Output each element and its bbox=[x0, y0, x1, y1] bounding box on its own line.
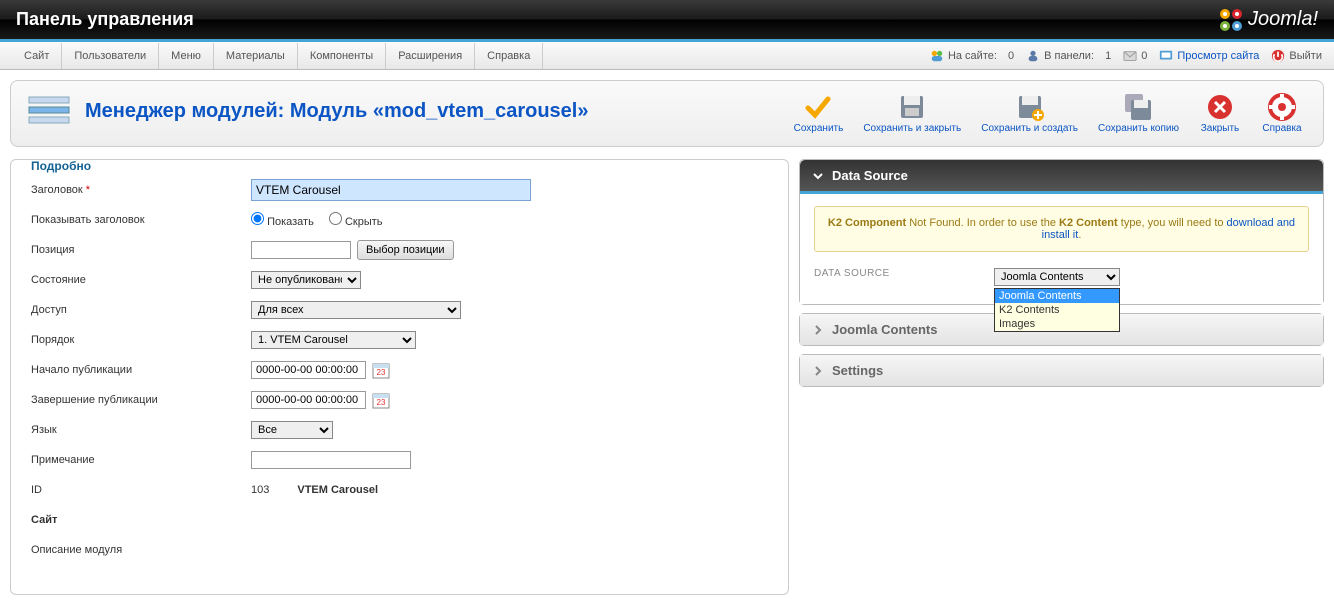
top-header: Панель управления Joomla! bbox=[0, 0, 1334, 42]
toolbar-area: Менеджер модулей: Модуль «mod_vtem_carou… bbox=[10, 80, 1324, 147]
menu-site[interactable]: Сайт bbox=[12, 43, 62, 69]
svg-text:23: 23 bbox=[377, 368, 386, 377]
select-lang[interactable]: Все bbox=[251, 421, 333, 439]
menu-help[interactable]: Справка bbox=[475, 43, 543, 69]
status-preview[interactable]: Просмотр сайта bbox=[1159, 49, 1259, 63]
details-legend: Подробно bbox=[27, 159, 95, 173]
details-panel: Подробно Заголовок Показывать заголовок … bbox=[10, 159, 789, 595]
datasource-dropdown: Joomla Contents K2 Contents Images bbox=[994, 288, 1120, 332]
panel-settings: Settings bbox=[799, 354, 1324, 387]
input-title[interactable] bbox=[251, 179, 531, 201]
status-logout[interactable]: Выйти bbox=[1271, 49, 1322, 63]
toolbar-save[interactable]: Сохранить bbox=[788, 91, 850, 136]
joomla-icon bbox=[1218, 7, 1244, 33]
page-title: Менеджер модулей: Модуль «mod_vtem_carou… bbox=[85, 100, 589, 123]
status-inpanel: В панели: 1 bbox=[1026, 49, 1111, 63]
menu-extensions[interactable]: Расширения bbox=[386, 43, 475, 69]
label-title: Заголовок bbox=[31, 184, 251, 196]
datasource-label: DATA SOURCE bbox=[814, 268, 994, 279]
select-ordering[interactable]: 1. VTEM Carousel bbox=[251, 331, 416, 349]
value-id: 103 bbox=[251, 484, 269, 496]
label-showtitle: Показывать заголовок bbox=[31, 214, 251, 226]
k2-notice: K2 Component Not Found. In order to use … bbox=[814, 206, 1309, 252]
cancel-icon bbox=[1206, 93, 1234, 121]
status-messages[interactable]: 0 bbox=[1123, 49, 1147, 63]
option-joomla-contents[interactable]: Joomla Contents bbox=[995, 289, 1119, 303]
label-position: Позиция bbox=[31, 244, 251, 256]
input-pubstart[interactable] bbox=[251, 361, 366, 379]
menu-content[interactable]: Материалы bbox=[214, 43, 298, 69]
menu-menu[interactable]: Меню bbox=[159, 43, 214, 69]
position-select-button[interactable]: Выбор позиции bbox=[357, 240, 454, 260]
panel-datasource-body: K2 Component Not Found. In order to use … bbox=[800, 194, 1323, 304]
help-icon bbox=[1268, 93, 1296, 121]
accordion: Data Source K2 Component Not Found. In o… bbox=[799, 159, 1324, 387]
menubar-right: На сайте: 0 В панели: 1 0 Просмотр сайта… bbox=[930, 49, 1322, 63]
admin-icon bbox=[1026, 49, 1040, 63]
module-icon bbox=[25, 91, 73, 131]
mail-icon bbox=[1123, 49, 1137, 63]
label-pubend: Завершение публикации bbox=[31, 394, 251, 406]
radio-show[interactable] bbox=[251, 212, 264, 225]
label-access: Доступ bbox=[31, 304, 251, 316]
datasource-row: DATA SOURCE Joomla Contents Joomla Conte… bbox=[814, 268, 1309, 286]
option-k2-contents[interactable]: K2 Contents bbox=[995, 303, 1119, 317]
label-site: Сайт bbox=[31, 514, 251, 526]
select-datasource[interactable]: Joomla Contents bbox=[994, 268, 1120, 286]
toolbar-buttons: Сохранить Сохранить и закрыть Сохранить … bbox=[788, 91, 1309, 136]
select-access[interactable]: Для всех bbox=[251, 301, 461, 319]
page-header-title: Панель управления bbox=[16, 9, 194, 30]
save-new-icon bbox=[1016, 93, 1044, 121]
toolbar-save-copy[interactable]: Сохранить копию bbox=[1092, 91, 1185, 136]
menu-users[interactable]: Пользователи bbox=[62, 43, 159, 69]
label-lang: Язык bbox=[31, 424, 251, 436]
label-pubstart: Начало публикации bbox=[31, 364, 251, 376]
chevron-right-icon bbox=[812, 365, 824, 377]
save-icon bbox=[898, 93, 926, 121]
joomla-logo: Joomla! bbox=[1218, 7, 1318, 33]
toolbar-help[interactable]: Справка bbox=[1255, 91, 1309, 136]
label-state: Состояние bbox=[31, 274, 251, 286]
chevron-down-icon bbox=[812, 170, 824, 182]
label-desc: Описание модуля bbox=[31, 544, 251, 556]
radio-hide[interactable] bbox=[329, 212, 342, 225]
calendar-icon[interactable]: 23 bbox=[372, 361, 390, 379]
users-icon bbox=[930, 49, 944, 63]
save-copy-icon bbox=[1124, 93, 1152, 121]
label-ordering: Порядок bbox=[31, 334, 251, 346]
option-images[interactable]: Images bbox=[995, 317, 1119, 331]
main-columns: Подробно Заголовок Показывать заголовок … bbox=[10, 159, 1324, 595]
menubar-left: Сайт Пользователи Меню Материалы Компоне… bbox=[12, 43, 543, 69]
screen-icon bbox=[1159, 49, 1173, 63]
menubar: Сайт Пользователи Меню Материалы Компоне… bbox=[0, 42, 1334, 70]
svg-text:23: 23 bbox=[377, 398, 386, 407]
radio-showtitle: Показать Скрыть bbox=[251, 212, 395, 228]
input-note[interactable] bbox=[251, 451, 411, 469]
input-pubend[interactable] bbox=[251, 391, 366, 409]
toolbar-cancel[interactable]: Закрыть bbox=[1193, 91, 1247, 136]
menu-components[interactable]: Компоненты bbox=[298, 43, 386, 69]
toolbar-save-new[interactable]: Сохранить и создать bbox=[975, 91, 1084, 136]
calendar-icon[interactable]: 23 bbox=[372, 391, 390, 409]
right-column: Data Source K2 Component Not Found. In o… bbox=[799, 159, 1324, 595]
chevron-right-icon bbox=[812, 324, 824, 336]
value-id-name: VTEM Carousel bbox=[297, 484, 378, 496]
page-title-wrap: Менеджер модулей: Модуль «mod_vtem_carou… bbox=[25, 91, 589, 131]
panel-datasource: Data Source K2 Component Not Found. In o… bbox=[799, 159, 1324, 305]
preview-link[interactable]: Просмотр сайта bbox=[1177, 50, 1259, 62]
label-id: ID bbox=[31, 484, 251, 496]
apply-icon bbox=[804, 93, 832, 121]
input-position[interactable] bbox=[251, 241, 351, 259]
brand-text: Joomla! bbox=[1248, 8, 1318, 31]
panel-settings-head[interactable]: Settings bbox=[800, 355, 1323, 386]
toolbar-save-close[interactable]: Сохранить и закрыть bbox=[857, 91, 967, 136]
panel-datasource-head[interactable]: Data Source bbox=[800, 160, 1323, 194]
logout-icon bbox=[1271, 49, 1285, 63]
status-onsite: На сайте: 0 bbox=[930, 49, 1014, 63]
label-note: Примечание bbox=[31, 454, 251, 466]
select-state[interactable]: Не опубликовано bbox=[251, 271, 361, 289]
